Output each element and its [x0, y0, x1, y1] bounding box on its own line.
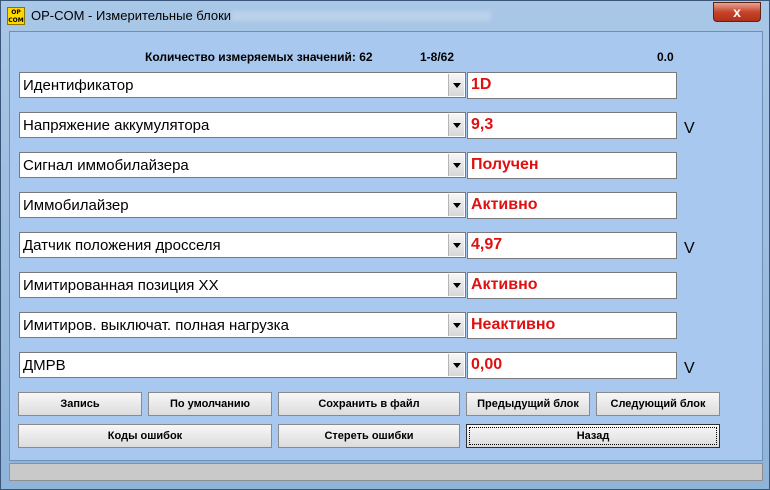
measurement-row: Идентификатор 1D: [10, 72, 764, 102]
measurement-row: Датчик положения дросселя 4,97 V: [10, 232, 764, 262]
close-button[interactable]: x: [713, 2, 761, 22]
previous-block-button[interactable]: Предыдущий блок: [466, 392, 590, 416]
parameter-select[interactable]: Напряжение аккумулятора: [19, 112, 466, 138]
value-text: Неактивно: [471, 316, 556, 333]
main-window: OP COM OP-COM - Измерительные блоки x Ко…: [0, 0, 770, 490]
record-button[interactable]: Запись: [18, 392, 142, 416]
parameter-select-label: Напряжение аккумулятора: [23, 117, 210, 134]
chevron-down-icon[interactable]: [448, 114, 464, 136]
unit-label: V: [684, 120, 695, 137]
opcom-app-icon: OP COM: [7, 7, 25, 25]
parameter-select[interactable]: ДМРВ: [19, 352, 466, 378]
value-field: Активно: [467, 272, 677, 299]
measurement-row: ДМРВ 0,00 V: [10, 352, 764, 382]
default-button[interactable]: По умолчанию: [148, 392, 272, 416]
value-text: 9,3: [471, 116, 494, 133]
parameter-select-label: Имитиров. выключат. полная нагрузка: [23, 317, 289, 334]
app-icon-text-top: OP: [11, 9, 21, 16]
value-field: 1D: [467, 72, 677, 99]
chevron-down-icon[interactable]: [448, 154, 464, 176]
parameter-select[interactable]: Имитиров. выключат. полная нагрузка: [19, 312, 466, 338]
parameter-select-label: Имитированная позиция XX: [23, 277, 219, 294]
parameter-select-label: Сигнал иммобилайзера: [23, 157, 189, 174]
visible-range: 1-8/62: [420, 50, 455, 64]
value-field: Получен: [467, 152, 677, 179]
status-bar: [9, 463, 763, 481]
value-field: Активно: [467, 192, 677, 219]
window-title: OP-COM - Измерительные блоки: [31, 8, 232, 23]
measurement-row: Напряжение аккумулятора 9,3 V: [10, 112, 764, 142]
next-block-button[interactable]: Следующий блок: [596, 392, 720, 416]
value-field: Неактивно: [467, 312, 677, 339]
measured-values-count: Количество измеряемых значений: 62: [145, 50, 373, 64]
clear-errors-button[interactable]: Стереть ошибки: [278, 424, 460, 448]
parameter-select[interactable]: Иммобилайзер: [19, 192, 466, 218]
parameter-select[interactable]: Имитированная позиция XX: [19, 272, 466, 298]
value-text: Активно: [471, 276, 538, 293]
measurement-panel: Количество измеряемых значений: 62 1-8/6…: [9, 31, 763, 461]
parameter-select-label: Идентификатор: [23, 77, 134, 94]
value-field: 4,97: [467, 232, 677, 259]
chevron-down-icon[interactable]: [448, 234, 464, 256]
chevron-down-icon[interactable]: [448, 274, 464, 296]
title-bar[interactable]: OP COM OP-COM - Измерительные блоки x: [1, 1, 769, 31]
value-field: 0,00: [467, 352, 677, 379]
chevron-down-icon[interactable]: [448, 74, 464, 96]
close-icon: x: [733, 4, 741, 20]
parameter-select[interactable]: Датчик положения дросселя: [19, 232, 466, 258]
chevron-down-icon[interactable]: [448, 194, 464, 216]
parameter-select-label: ДМРВ: [23, 357, 66, 374]
header-value: 0.0: [657, 50, 674, 64]
parameter-select[interactable]: Сигнал иммобилайзера: [19, 152, 466, 178]
value-field: 9,3: [467, 112, 677, 139]
value-text: Получен: [471, 156, 539, 173]
parameter-select[interactable]: Идентификатор: [19, 72, 466, 98]
unit-label: V: [684, 240, 695, 257]
chevron-down-icon[interactable]: [448, 354, 464, 376]
measurement-row: Имитированная позиция XX Активно: [10, 272, 764, 302]
save-to-file-button[interactable]: Сохранить в файл: [278, 392, 460, 416]
measurement-row: Иммобилайзер Активно: [10, 192, 764, 222]
measurement-row: Сигнал иммобилайзера Получен: [10, 152, 764, 182]
measurement-row: Имитиров. выключат. полная нагрузка Неак…: [10, 312, 764, 342]
blurred-title-region: [231, 11, 491, 21]
value-text: 0,00: [471, 356, 503, 373]
chevron-down-icon[interactable]: [448, 314, 464, 336]
parameter-select-label: Иммобилайзер: [23, 197, 129, 214]
value-text: Активно: [471, 196, 538, 213]
back-button[interactable]: Назад: [466, 424, 720, 448]
unit-label: V: [684, 360, 695, 377]
value-text: 4,97: [471, 236, 503, 253]
parameter-select-label: Датчик положения дросселя: [23, 237, 221, 254]
error-codes-button[interactable]: Коды ошибок: [18, 424, 272, 448]
value-text: 1D: [471, 76, 492, 93]
app-icon-text-bottom: COM: [8, 17, 24, 24]
